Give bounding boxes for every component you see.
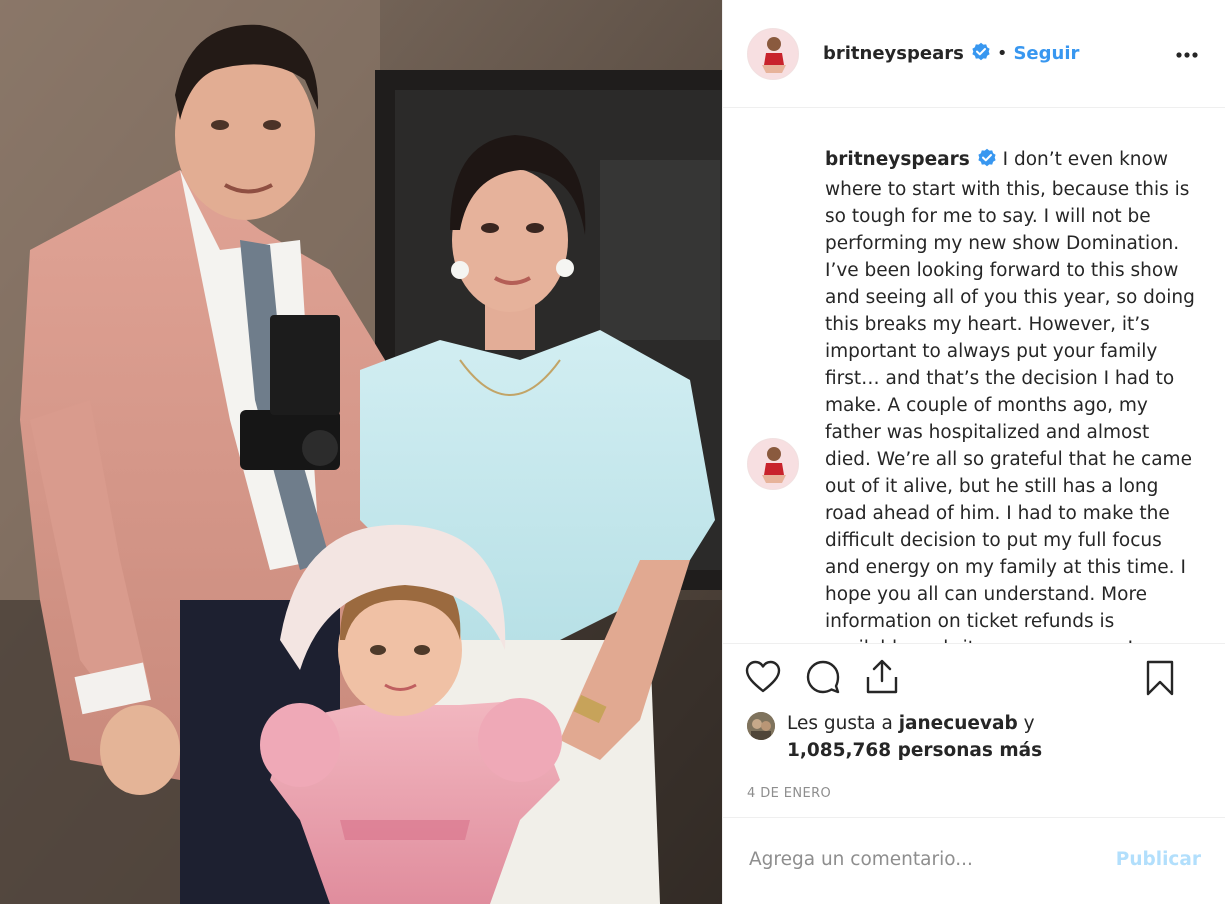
header-username[interactable]: britneyspears	[823, 43, 964, 64]
publish-button[interactable]: Publicar	[1116, 849, 1201, 870]
verified-badge-icon	[977, 148, 997, 176]
avatar-image	[748, 28, 798, 79]
caption-text: I don’t even know where to start with th…	[825, 149, 1195, 643]
action-bar	[723, 644, 1225, 710]
likes-count[interactable]: 1,085,768 personas más	[787, 740, 1042, 761]
post-photo[interactable]	[0, 0, 722, 904]
add-comment-bar: Publicar	[723, 818, 1225, 901]
avatar-image	[748, 439, 798, 489]
caption-avatar[interactable]	[747, 438, 799, 490]
likes-prefix: Les gusta a	[787, 713, 893, 734]
more-options-icon[interactable]	[1175, 44, 1199, 63]
comment-icon[interactable]	[805, 659, 841, 695]
family-photo-image	[0, 0, 722, 904]
post-date[interactable]: 4 DE ENERO	[723, 772, 1225, 818]
caption-username[interactable]: britneyspears	[825, 149, 970, 170]
liker-avatar-image	[747, 712, 775, 740]
comments-area[interactable]: britneyspears I don’t even know where to…	[723, 108, 1225, 644]
post-sidebar: britneyspears • Seguir britneyspears I d…	[722, 0, 1225, 904]
post-caption: britneyspears I don’t even know where to…	[825, 146, 1197, 643]
follow-button[interactable]: Seguir	[1013, 43, 1079, 64]
post-header: britneyspears • Seguir	[723, 0, 1225, 108]
share-icon[interactable]	[865, 659, 899, 695]
likes-conjunction: y	[1023, 713, 1035, 734]
likes-section: Les gusta a janecuevab y 1,085,768 perso…	[723, 710, 1225, 772]
profile-avatar[interactable]	[747, 27, 799, 80]
likes-text: Les gusta a janecuevab y 1,085,768 perso…	[787, 710, 1042, 764]
liker-username[interactable]: janecuevab	[899, 713, 1018, 734]
instagram-post: britneyspears • Seguir britneyspears I d…	[0, 0, 1225, 904]
liker-avatar[interactable]	[747, 712, 775, 740]
separator-dot: •	[996, 43, 1008, 64]
heart-icon[interactable]	[745, 660, 781, 694]
bookmark-icon[interactable]	[1145, 660, 1175, 696]
comment-input[interactable]	[747, 848, 1081, 871]
verified-badge-icon	[971, 42, 991, 66]
